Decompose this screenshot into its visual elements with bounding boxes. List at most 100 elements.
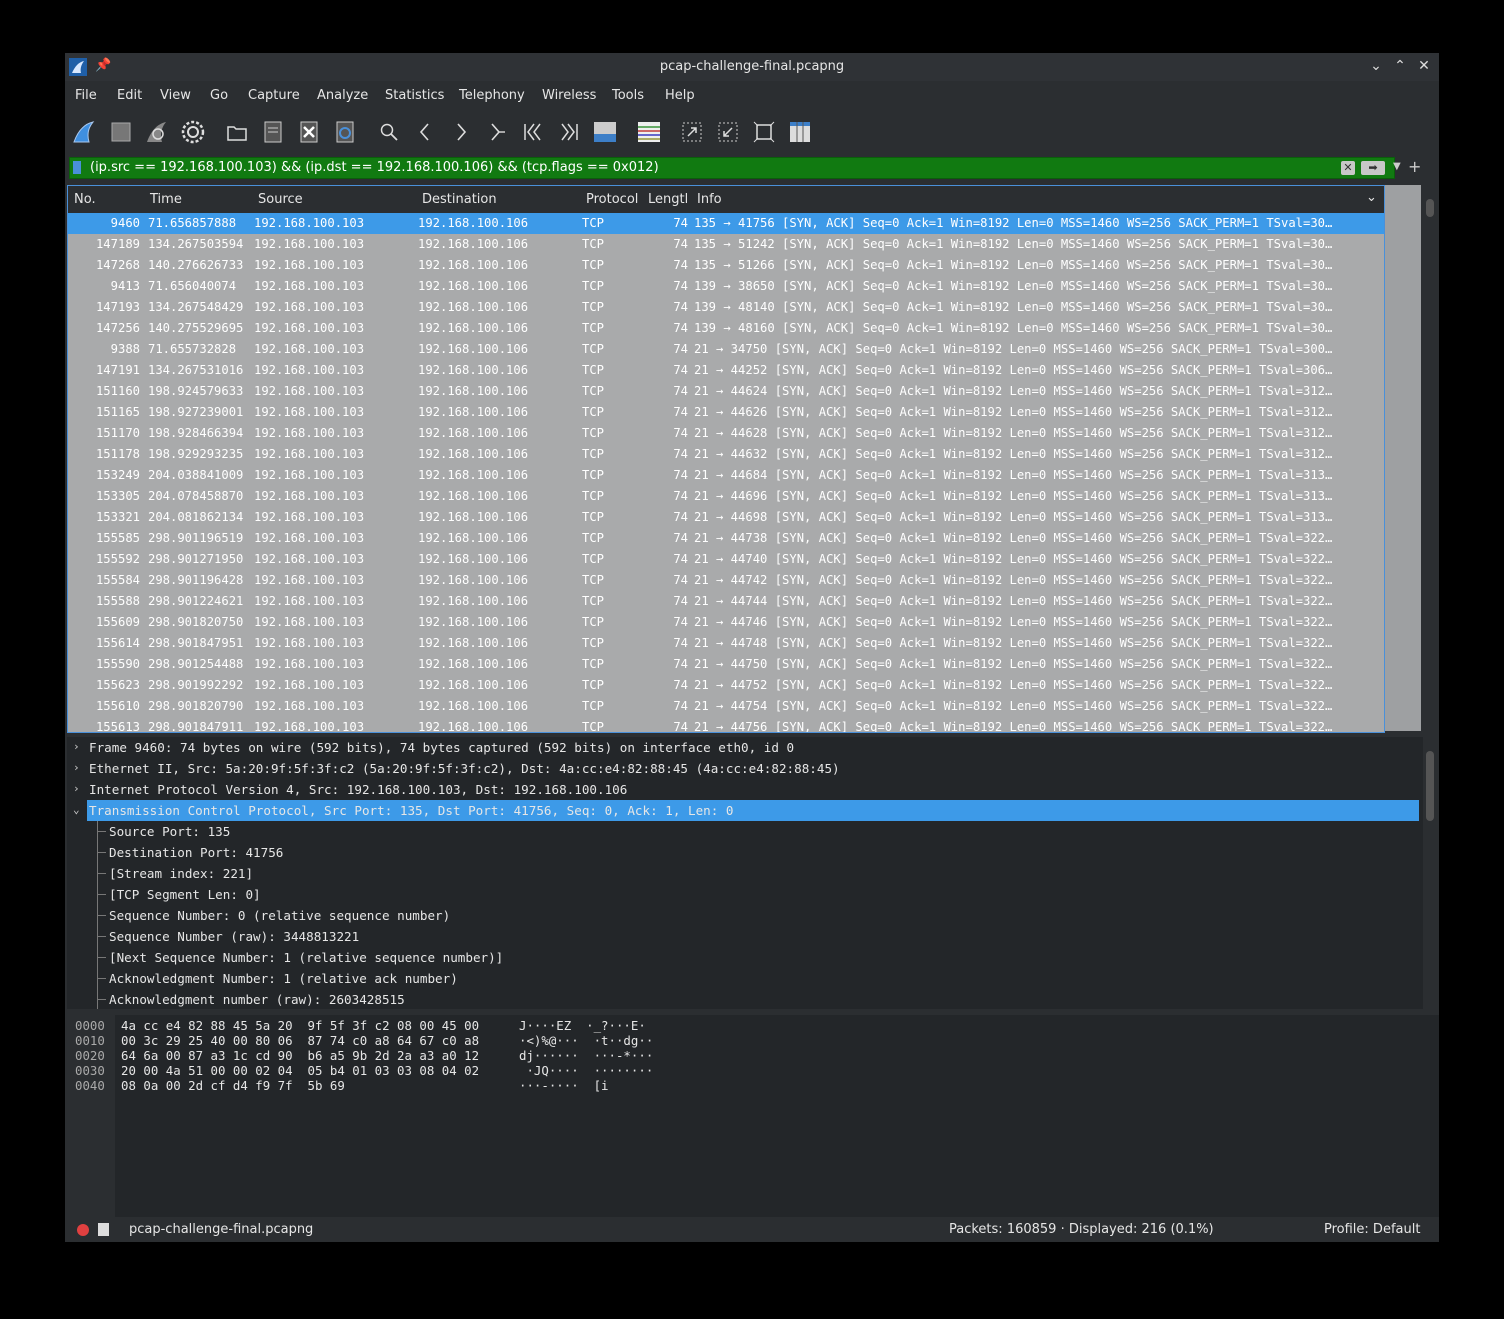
detail-field[interactable]: [Stream index: 221] [67,863,1423,884]
packet-cell-dst: 192.168.100.106 [418,405,529,419]
forward-icon[interactable] [448,119,474,145]
expert-info-icon[interactable] [77,1224,89,1236]
packet-row[interactable]: 9388 71.655732828 192.168.100.103 192.168.1… [68,339,1384,360]
packet-row[interactable]: 153249 204.038841009 192.168.100.103 192.16… [68,465,1384,486]
detail-tree-node[interactable]: › Frame 9460: 74 bytes on wire (592 bits)… [67,737,1423,758]
packet-row[interactable]: 147189 134.267503594 192.168.100.103 192.16… [68,234,1384,255]
apply-filter-icon[interactable]: ➡ [1361,161,1385,175]
packet-row[interactable]: 151160 198.924579633 192.168.100.103 192.16… [68,381,1384,402]
reload-icon[interactable] [332,119,358,145]
options-gear-icon[interactable] [180,119,206,145]
close-file-icon[interactable] [296,119,322,145]
menu-wireless[interactable]: Wireless [542,88,596,103]
capture-comment-icon[interactable] [98,1223,109,1236]
find-icon[interactable] [376,119,402,145]
expand-arrow-icon[interactable]: › [73,740,80,753]
packet-row[interactable]: 155623 298.901992292 192.168.100.103 192.16… [68,675,1384,696]
zoom-in-icon[interactable] [679,119,705,145]
save-file-icon[interactable] [260,119,286,145]
packet-row[interactable]: 155584 298.901196428 192.168.100.103 192.16… [68,570,1384,591]
packet-row[interactable]: 155588 298.901224621 192.168.100.103 192.16… [68,591,1384,612]
maximize-icon[interactable]: ⌃ [1392,58,1408,74]
packet-row[interactable]: 9413 71.656040074 192.168.100.103 192.168.1… [68,276,1384,297]
packet-row[interactable]: 153321 204.081862134 192.168.100.103 192.16… [68,507,1384,528]
menu-statistics[interactable]: Statistics [385,88,444,103]
collapse-arrow-icon[interactable]: ⌄ [73,803,80,816]
packet-row[interactable]: 155609 298.901820750 192.168.100.103 192.16… [68,612,1384,633]
detail-field[interactable]: Sequence Number (raw): 3448813221 [67,926,1423,947]
detail-tree-node[interactable]: › Ethernet II, Src: 5a:20:9f:5f:3f:c2 (5a… [67,758,1423,779]
column-destination[interactable]: Destination [422,192,497,207]
zoom-out-icon[interactable] [715,119,741,145]
minimize-icon[interactable]: ⌄ [1368,58,1384,74]
packet-row[interactable]: 151165 198.927239001 192.168.100.103 192.16… [68,402,1384,423]
stop-icon[interactable] [108,119,134,145]
menu-edit[interactable]: Edit [117,88,142,103]
packet-row[interactable]: 147191 134.267531016 192.168.100.103 192.16… [68,360,1384,381]
first-packet-icon[interactable] [520,119,546,145]
column-no[interactable]: No. [74,192,96,207]
details-scroll-thumb[interactable] [1426,751,1434,821]
detail-field[interactable]: Acknowledgment Number: 1 (relative ack n… [67,968,1423,989]
menu-go[interactable]: Go [210,88,228,103]
autoscroll-icon[interactable] [592,119,618,145]
detail-field[interactable]: Destination Port: 41756 [67,842,1423,863]
packet-row[interactable]: 155614 298.901847951 192.168.100.103 192.16… [68,633,1384,654]
column-chevron-icon[interactable]: ⌄ [1366,190,1377,205]
column-protocol[interactable]: Protocol [586,192,638,207]
packet-row[interactable]: 151170 198.928466394 192.168.100.103 192.16… [68,423,1384,444]
expand-arrow-icon[interactable]: › [73,761,80,774]
shark-fin-start-icon[interactable] [71,119,97,145]
detail-tree-node[interactable]: ⌄ Transmission Control Protocol, Src Port… [73,800,1419,821]
menu-telephony[interactable]: Telephony [459,88,525,103]
packet-cell-info: 21 → 44750 [SYN, ACK] Seq=0 Ack=1 Win=81… [694,657,1333,671]
packet-row[interactable]: 153305 204.078458870 192.168.100.103 192.16… [68,486,1384,507]
detail-field[interactable]: Sequence Number: 0 (relative sequence nu… [67,905,1423,926]
detail-field[interactable]: [Next Sequence Number: 1 (relative seque… [67,947,1423,968]
packet-row[interactable]: 147256 140.275529695 192.168.100.103 192.16… [68,318,1384,339]
close-icon[interactable]: ✕ [1416,58,1432,74]
last-packet-icon[interactable] [556,119,582,145]
column-source[interactable]: Source [258,192,303,207]
colorize-icon[interactable] [636,119,662,145]
menu-analyze[interactable]: Analyze [317,88,368,103]
detail-tree-node[interactable]: › Internet Protocol Version 4, Src: 192.1… [67,779,1423,800]
back-icon[interactable] [412,119,438,145]
packet-list-scroll-thumb[interactable] [1426,199,1434,217]
column-time[interactable]: Time [150,192,182,207]
packet-row[interactable]: 155613 298.901847911 192.168.100.103 192.16… [68,717,1384,732]
goto-icon[interactable] [484,119,510,145]
menu-capture[interactable]: Capture [248,88,300,103]
status-profile[interactable]: Profile: Default [1324,1222,1420,1237]
column-length[interactable]: Lengtl [648,192,688,207]
packet-row[interactable]: 9460 71.656857888 192.168.100.103 192.168.1… [68,213,1384,234]
bookmark-icon[interactable] [73,161,81,174]
resize-columns-icon[interactable] [787,119,813,145]
display-filter-input[interactable]: (ip.src == 192.168.100.103) && (ip.dst =… [90,160,659,175]
clear-filter-icon[interactable]: ✕ [1341,161,1355,175]
column-info[interactable]: Info [697,192,722,207]
detail-field[interactable]: Source Port: 135 [67,821,1423,842]
menu-view[interactable]: View [160,88,191,103]
packet-row[interactable]: 155592 298.901271950 192.168.100.103 192.16… [68,549,1384,570]
detail-field[interactable]: [TCP Segment Len: 0] [67,884,1423,905]
menu-help[interactable]: Help [665,88,695,103]
detail-field[interactable]: Acknowledgment number (raw): 2603428515 [67,989,1423,1009]
details-scrollbar[interactable] [1423,737,1437,1009]
add-filter-button-icon[interactable]: + [1408,157,1421,176]
restart-icon[interactable] [144,119,170,145]
packet-row[interactable]: 147193 134.267548429 192.168.100.103 192.16… [68,297,1384,318]
packet-list-scrollbar[interactable] [1423,185,1437,731]
packet-row[interactable]: 147268 140.276626733 192.168.100.103 192.16… [68,255,1384,276]
packet-row[interactable]: 151178 198.929293235 192.168.100.103 192.16… [68,444,1384,465]
open-folder-icon[interactable] [224,119,250,145]
menu-file[interactable]: File [75,88,97,103]
packet-row[interactable]: 155610 298.901820790 192.168.100.103 192.16… [68,696,1384,717]
packet-cell-no: 155609 [95,615,140,629]
menu-tools[interactable]: Tools [612,88,644,103]
filter-history-dropdown-icon[interactable]: ▼ [1393,161,1401,172]
packet-row[interactable]: 155590 298.901254488 192.168.100.103 192.16… [68,654,1384,675]
packet-row[interactable]: 155585 298.901196519 192.168.100.103 192.16… [68,528,1384,549]
normal-size-icon[interactable] [751,119,777,145]
expand-arrow-icon[interactable]: › [73,782,80,795]
